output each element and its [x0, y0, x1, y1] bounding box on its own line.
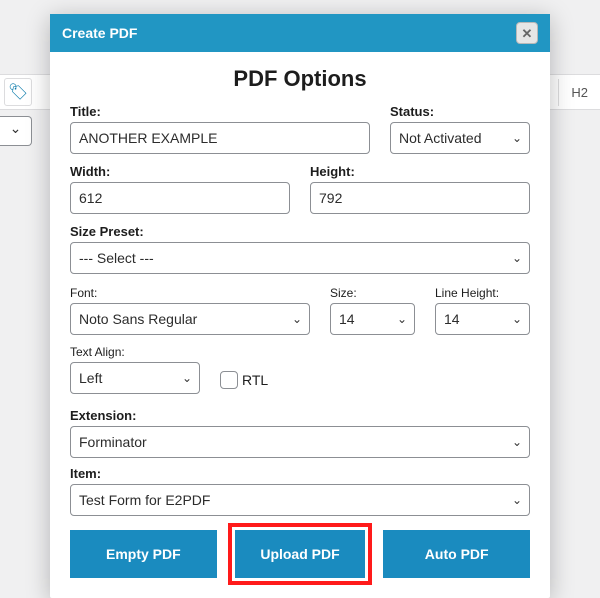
size-label: Size:	[330, 286, 415, 300]
rtl-label: RTL	[242, 372, 268, 388]
create-pdf-modal: Create PDF ✕ PDF Options Title: Status: …	[50, 14, 550, 598]
close-button[interactable]: ✕	[516, 22, 538, 44]
width-input[interactable]	[70, 182, 290, 214]
item-select[interactable]: Test Form for E2PDF	[70, 484, 530, 516]
upload-pdf-highlight: Upload PDF	[228, 523, 373, 585]
modal-body: PDF Options Title: Status: Not Activated…	[50, 52, 550, 598]
size-preset-select[interactable]: --- Select ---	[70, 242, 530, 274]
height-label: Height:	[310, 164, 530, 179]
line-height-select[interactable]: 14	[435, 303, 530, 335]
close-icon: ✕	[522, 27, 533, 40]
extension-label: Extension:	[70, 408, 530, 423]
rtl-checkbox[interactable]	[220, 371, 238, 389]
title-input[interactable]	[70, 122, 370, 154]
width-label: Width:	[70, 164, 290, 179]
modal-header: Create PDF ✕	[50, 14, 550, 52]
size-select[interactable]: 14	[330, 303, 415, 335]
bg-h2: H2	[558, 79, 600, 106]
auto-pdf-button[interactable]: Auto PDF	[383, 530, 530, 578]
options-heading: PDF Options	[70, 66, 530, 92]
text-align-select[interactable]: Left	[70, 362, 200, 394]
bg-dropdown	[0, 116, 32, 146]
tag-icon: 🏷	[4, 78, 32, 106]
font-label: Font:	[70, 286, 310, 300]
status-label: Status:	[390, 104, 530, 119]
line-height-label: Line Height:	[435, 286, 530, 300]
extension-select[interactable]: Forminator	[70, 426, 530, 458]
empty-pdf-button[interactable]: Empty PDF	[70, 530, 217, 578]
title-label: Title:	[70, 104, 370, 119]
size-preset-label: Size Preset:	[70, 224, 530, 239]
upload-pdf-button[interactable]: Upload PDF	[235, 530, 366, 578]
height-input[interactable]	[310, 182, 530, 214]
status-select[interactable]: Not Activated	[390, 122, 530, 154]
item-label: Item:	[70, 466, 530, 481]
text-align-label: Text Align:	[70, 345, 200, 359]
font-select[interactable]: Noto Sans Regular	[70, 303, 310, 335]
modal-title: Create PDF	[62, 25, 516, 41]
